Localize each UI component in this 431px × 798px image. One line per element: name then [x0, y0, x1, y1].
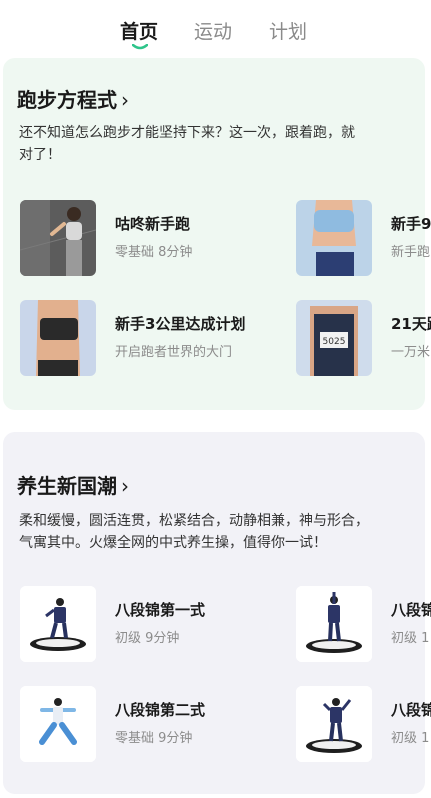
- list-item[interactable]: 5025 21天跑 一万米: [296, 300, 431, 376]
- runner-thumbnail: [20, 300, 96, 376]
- list-item[interactable]: 八段锦第一式 初级 9分钟: [20, 586, 280, 662]
- item-title: 八段锦第一式: [115, 601, 206, 619]
- item-subtitle: 一万米: [391, 345, 431, 360]
- runner-thumbnail: [296, 200, 372, 276]
- top-tab-bar: 首页 运动 计划: [0, 0, 431, 58]
- item-subtitle: 新手跑: [391, 245, 431, 260]
- runner-thumbnail: [20, 200, 96, 276]
- item-subtitle: 零基础 9分钟: [115, 731, 193, 746]
- exercise-thumbnail: [296, 586, 372, 662]
- item-title: 咕咚新手跑: [115, 215, 191, 233]
- item-subtitle: 开启跑者世界的大门: [115, 345, 233, 360]
- tab-home[interactable]: 首页: [120, 20, 158, 44]
- item-title: 21天跑: [391, 315, 431, 333]
- exercise-thumbnail: [296, 686, 372, 762]
- tab-sport[interactable]: 运动: [194, 20, 232, 44]
- list-item[interactable]: 八段锦 初级 1: [296, 686, 431, 762]
- item-title: 新手9: [391, 215, 431, 233]
- list-item[interactable]: 新手3公里达成计划 开启跑者世界的大门: [20, 300, 280, 376]
- exercise-thumbnail: [20, 686, 96, 762]
- item-title: 八段锦: [391, 601, 431, 619]
- item-subtitle: 初级 9分钟: [115, 631, 180, 646]
- active-tab-indicator: [132, 44, 148, 50]
- health-items-row: 八段锦第一式 初级 9分钟 八段锦 初级 1 八段锦第二式 零基础 9分钟 八段…: [0, 432, 431, 794]
- item-subtitle: 零基础 8分钟: [115, 245, 193, 260]
- item-title: 八段锦第二式: [115, 701, 206, 719]
- runner-thumbnail: 5025: [296, 300, 372, 376]
- tab-plan[interactable]: 计划: [269, 20, 307, 44]
- list-item[interactable]: 八段锦第二式 零基础 9分钟: [20, 686, 280, 762]
- running-items-row: 咕咚新手跑 零基础 8分钟 新手9 新手跑 新手3公里达成计划 开启跑者世界的大…: [0, 58, 431, 410]
- item-subtitle: 初级 1: [391, 731, 430, 746]
- svg-text:5025: 5025: [323, 337, 346, 347]
- list-item[interactable]: 八段锦 初级 1: [296, 586, 431, 662]
- item-title: 新手3公里达成计划: [115, 315, 246, 333]
- item-subtitle: 初级 1: [391, 631, 430, 646]
- item-title: 八段锦: [391, 701, 431, 719]
- exercise-thumbnail: [20, 586, 96, 662]
- list-item[interactable]: 新手9 新手跑: [296, 200, 431, 276]
- list-item[interactable]: 咕咚新手跑 零基础 8分钟: [20, 200, 280, 276]
